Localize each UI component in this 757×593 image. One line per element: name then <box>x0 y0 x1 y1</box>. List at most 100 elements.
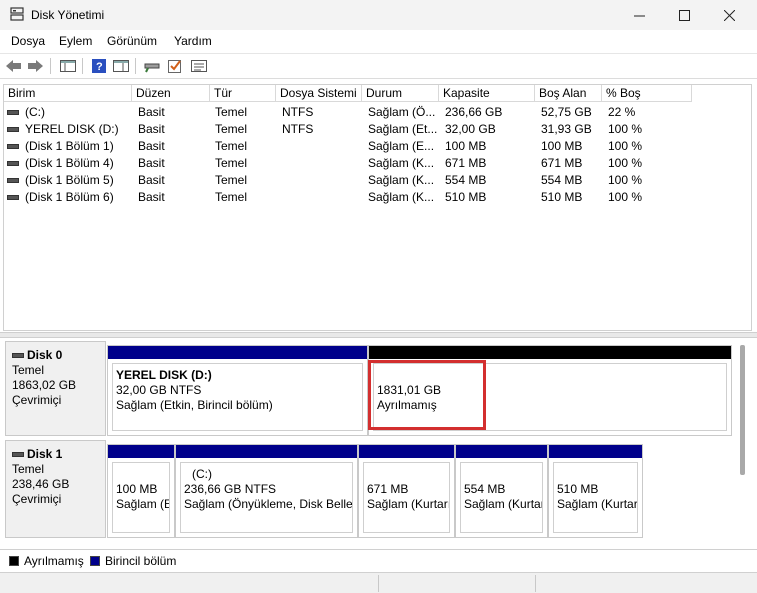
cell-status: Sağlam (Et... <box>368 122 438 136</box>
partition-d-drive[interactable]: YEREL DISK (D:) 32,00 GB NTFS Sağlam (Et… <box>107 345 368 436</box>
cell-percent-free: 100 % <box>608 156 643 170</box>
cell-volume: (Disk 1 Bölüm 1) <box>25 139 114 153</box>
status-bar <box>0 572 757 593</box>
connect-drive-button[interactable] <box>143 58 161 74</box>
column-header-filesystem[interactable]: Dosya Sistemi <box>276 85 362 102</box>
partition-disk1-1[interactable]: 100 MB Sağlam (E <box>107 444 175 538</box>
close-button[interactable] <box>707 0 752 30</box>
partition-title: (C:) <box>192 467 212 481</box>
minimize-button[interactable] <box>617 0 662 30</box>
cell-status: Sağlam (K... <box>368 190 435 204</box>
partition-status: Sağlam (Kurtarı <box>367 497 450 511</box>
table-row[interactable]: (Disk 1 Bölüm 5) Basit Temel Sağlam (K..… <box>4 172 751 189</box>
cell-capacity: 100 MB <box>445 139 487 153</box>
help-button[interactable]: ? <box>90 58 108 74</box>
checkmark-button[interactable] <box>166 58 184 74</box>
cell-volume: (Disk 1 Bölüm 6) <box>25 190 114 204</box>
properties-button[interactable] <box>190 58 208 74</box>
cell-percent-free: 100 % <box>608 122 643 136</box>
cell-layout: Basit <box>138 139 165 153</box>
cell-volume: YEREL DISK (D:) <box>25 122 119 136</box>
menu-view[interactable]: Görünüm <box>107 34 157 48</box>
back-button[interactable] <box>5 58 23 74</box>
cell-percent-free: 100 % <box>608 173 643 187</box>
partition-body: 554 MB Sağlam (Kurtar <box>460 462 543 533</box>
partition-body: 510 MB Sağlam (Kurtar <box>553 462 638 533</box>
table-row[interactable]: (Disk 1 Bölüm 1) Basit Temel Sağlam (E..… <box>4 138 751 155</box>
partition-title: YEREL DISK (D:) <box>116 368 212 382</box>
column-header-layout[interactable]: Düzen <box>132 85 210 102</box>
cell-type: Temel <box>215 156 248 170</box>
partition-c-drive[interactable]: (C:) 236,66 GB NTFS Sağlam (Önyükleme, D… <box>175 444 358 538</box>
maximize-icon <box>679 9 690 21</box>
highlight-box <box>368 360 486 430</box>
cell-free-space: 100 MB <box>541 139 583 153</box>
column-header-free-space[interactable]: Boş Alan <box>535 85 602 102</box>
table-row[interactable]: (Disk 1 Bölüm 6) Basit Temel Sağlam (K..… <box>4 189 751 206</box>
help-icon: ? <box>92 59 106 73</box>
status-divider <box>378 575 379 592</box>
properties-icon <box>191 60 207 72</box>
partition-size: 510 MB <box>557 482 599 496</box>
partition-status: Sağlam (Önyükleme, Disk Belleğ <box>184 497 353 511</box>
partition-disk1-4[interactable]: 671 MB Sağlam (Kurtarı <box>358 444 455 538</box>
cell-layout: Basit <box>138 122 165 136</box>
disk-status: Çevrimiçi <box>12 393 62 407</box>
cell-layout: Basit <box>138 173 165 187</box>
primary-partition-bar <box>456 445 547 458</box>
volume-icon <box>7 110 19 115</box>
cell-volume: (Disk 1 Bölüm 4) <box>25 156 114 170</box>
cell-free-space: 671 MB <box>541 156 583 170</box>
cell-status: Sağlam (K... <box>368 173 435 187</box>
partition-size: 32,00 GB NTFS <box>116 383 202 397</box>
minimize-icon <box>634 15 645 16</box>
volume-icon <box>7 195 19 200</box>
column-header-status[interactable]: Durum <box>362 85 439 102</box>
partition-disk1-5[interactable]: 554 MB Sağlam (Kurtar <box>455 444 548 538</box>
partition-status: Sağlam (Kurtar <box>464 497 543 511</box>
checklist-icon <box>168 60 181 73</box>
forward-arrow-icon <box>28 60 43 72</box>
primary-partition-bar <box>176 445 357 458</box>
cell-free-space: 52,75 GB <box>541 105 592 119</box>
forward-button[interactable] <box>27 58 45 74</box>
menu-help[interactable]: Yardım <box>174 34 212 48</box>
cell-layout: Basit <box>138 105 165 119</box>
disk-name: Disk 1 <box>27 447 63 461</box>
disk-management-icon <box>10 7 24 21</box>
primary-partition-bar <box>108 346 367 359</box>
cell-type: Temel <box>215 122 248 136</box>
disk-status: Çevrimiçi <box>12 492 62 506</box>
column-header-type[interactable]: Tür <box>210 85 276 102</box>
table-row[interactable]: YEREL DISK (D:) Basit Temel NTFS Sağlam … <box>4 121 751 138</box>
menu-action[interactable]: Eylem <box>59 34 92 48</box>
cell-capacity: 554 MB <box>445 173 487 187</box>
disk-size: 1863,02 GB <box>12 378 77 392</box>
cell-status: Sağlam (Ö... <box>368 105 436 119</box>
cell-percent-free: 22 % <box>608 105 636 119</box>
cell-layout: Basit <box>138 190 165 204</box>
disk-1-label[interactable]: Disk 1 Temel 238,46 GB Çevrimiçi <box>5 440 106 538</box>
vertical-scrollbar[interactable] <box>740 345 745 475</box>
show-action-pane-button[interactable] <box>112 58 130 74</box>
menu-file[interactable]: Dosya <box>11 34 45 48</box>
toolbar-separator <box>135 58 136 74</box>
maximize-button[interactable] <box>662 0 707 30</box>
disk-0-label[interactable]: Disk 0 Temel 1863,02 GB Çevrimiçi <box>5 341 106 436</box>
cell-filesystem: NTFS <box>282 105 314 119</box>
legend-unallocated: Ayrılmamış <box>24 554 84 568</box>
cell-status: Sağlam (K... <box>368 156 435 170</box>
legend: Ayrılmamış Birincil bölüm <box>0 549 757 571</box>
column-header-volume[interactable]: Birim <box>4 85 132 102</box>
column-header-percent-free[interactable]: % Boş <box>602 85 692 102</box>
partition-body: (C:) 236,66 GB NTFS Sağlam (Önyükleme, D… <box>180 462 353 533</box>
column-header-capacity[interactable]: Kapasite <box>439 85 535 102</box>
partition-disk1-6[interactable]: 510 MB Sağlam (Kurtar <box>548 444 643 538</box>
partition-body: YEREL DISK (D:) 32,00 GB NTFS Sağlam (Et… <box>112 363 363 431</box>
table-row[interactable]: (C:) Basit Temel NTFS Sağlam (Ö... 236,6… <box>4 104 751 121</box>
cell-capacity: 32,00 GB <box>445 122 496 136</box>
volume-icon <box>7 127 19 132</box>
cell-percent-free: 100 % <box>608 190 643 204</box>
show-hide-console-button[interactable] <box>59 58 77 74</box>
table-row[interactable]: (Disk 1 Bölüm 4) Basit Temel Sağlam (K..… <box>4 155 751 172</box>
